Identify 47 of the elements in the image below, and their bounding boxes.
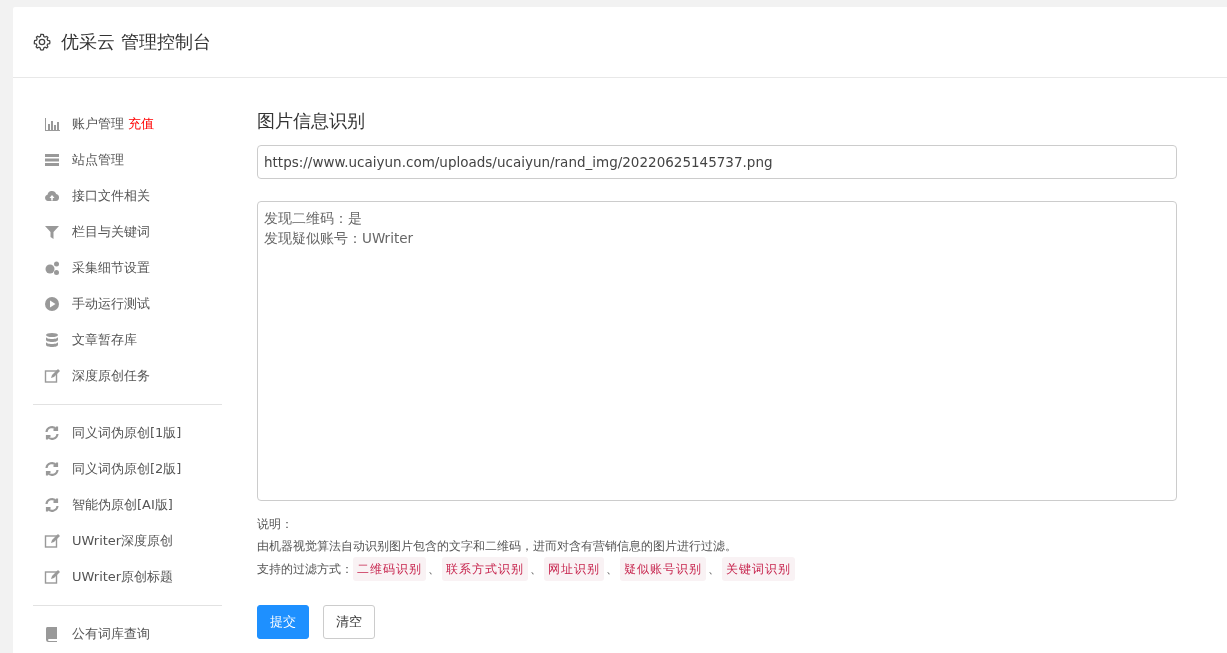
- sidebar-item[interactable]: 账户管理: [72, 115, 124, 133]
- settings-icon: [33, 33, 51, 51]
- separator-mark: 、: [708, 561, 720, 578]
- console-title: 优采云 管理控制台: [61, 30, 211, 54]
- result-field[interactable]: 发现二维码：是 发现疑似账号：UWriter: [257, 201, 1177, 501]
- cloud-upload-icon: [44, 188, 60, 204]
- filter-tag: 关键词识别: [722, 557, 795, 581]
- edit-icon: [44, 533, 60, 549]
- url-field[interactable]: https://www.ucaiyun.com/uploads/ucaiyun/rand_img/20220625145737.png: [257, 145, 1177, 179]
- filter-tag: 网址识别: [544, 557, 604, 581]
- sidebar-item[interactable]: 接口文件相关: [72, 187, 150, 205]
- refresh-icon: [44, 461, 60, 477]
- filter-tag: 疑似账号识别: [620, 557, 706, 581]
- section-heading: 图片信息识别: [257, 109, 366, 133]
- sidebar-item[interactable]: 同义词伪原创[2版]: [72, 460, 182, 478]
- sidebar-item[interactable]: 手动运行测试: [72, 295, 150, 313]
- sidebar-item[interactable]: 采集细节设置: [72, 259, 150, 277]
- gears-icon: [44, 260, 60, 276]
- description-text: 由机器视觉算法自动识别图片包含的文字和二维码，进而对含有营销信息的图片进行过滤。: [257, 538, 738, 555]
- refresh-icon: [44, 425, 60, 441]
- play-icon: [44, 296, 60, 312]
- database-icon: [44, 332, 60, 348]
- sidebar-item[interactable]: 栏目与关键词: [72, 223, 150, 241]
- filter-tag: 联系方式识别: [442, 557, 528, 581]
- clear-button[interactable]: 清空: [323, 605, 375, 639]
- recharge-link[interactable]: 充值: [128, 115, 154, 133]
- filter-label: 支持的过滤方式：: [257, 561, 353, 578]
- separator-mark: 、: [606, 561, 618, 578]
- book-icon: [44, 626, 60, 642]
- sidebar-item[interactable]: 公有词库查询: [72, 625, 150, 643]
- edit-icon: [44, 368, 60, 384]
- separator-mark: 、: [530, 561, 542, 578]
- separator-mark: 、: [428, 561, 440, 578]
- sidebar-item[interactable]: 文章暂存库: [72, 331, 137, 349]
- edit-icon: [44, 569, 60, 585]
- server-icon: [44, 152, 60, 168]
- sidebar-item[interactable]: 同义词伪原创[1版]: [72, 424, 182, 442]
- sidebar-item[interactable]: UWriter原创标题: [72, 568, 174, 586]
- sidebar-item[interactable]: 智能伪原创[AI版]: [72, 496, 173, 514]
- bar-chart-icon: [44, 116, 60, 132]
- sidebar-item[interactable]: UWriter深度原创: [72, 532, 174, 550]
- filter-icon: [44, 224, 60, 240]
- sidebar-item[interactable]: 深度原创任务: [72, 367, 150, 385]
- notes-title: 说明：: [257, 516, 294, 533]
- filter-tag: 二维码识别: [353, 557, 426, 581]
- refresh-icon: [44, 497, 60, 513]
- sidebar-item[interactable]: 站点管理: [72, 151, 124, 169]
